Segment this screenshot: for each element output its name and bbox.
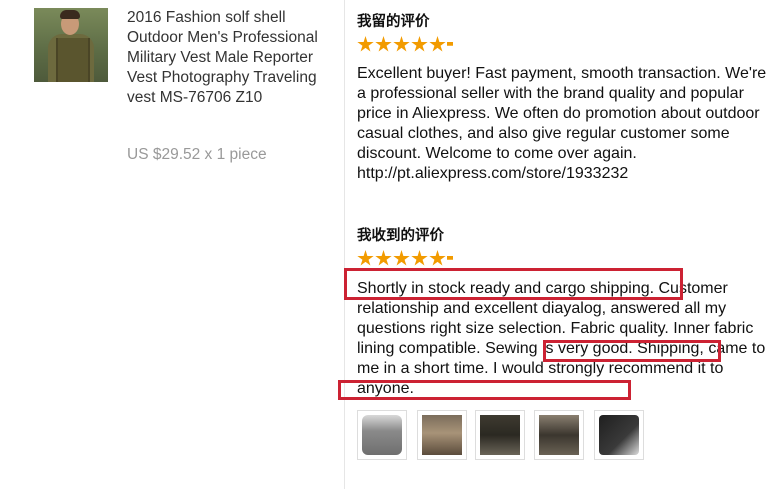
star-icon — [357, 36, 374, 52]
product-image[interactable] — [34, 8, 108, 82]
product-image-vest — [56, 38, 90, 82]
star-icon — [411, 36, 428, 52]
column-divider — [344, 0, 345, 489]
star-icon — [429, 36, 446, 52]
review-photo-3-image — [480, 415, 520, 455]
product-price: US $29.52 x 1 piece — [127, 146, 267, 163]
star-edge-icon — [447, 255, 453, 260]
star-icon — [411, 250, 428, 266]
star-icon — [357, 250, 374, 266]
my-review-text: Excellent buyer! Fast payment, smooth tr… — [357, 65, 767, 182]
highlight-box-recommend — [338, 380, 631, 400]
received-review-heading: 我收到的评价 — [357, 228, 444, 244]
star-edge-icon — [447, 41, 453, 46]
star-icon — [375, 36, 392, 52]
star-icon — [393, 36, 410, 52]
highlight-box-stock — [344, 268, 683, 300]
review-photo-5-image — [599, 415, 639, 455]
review-photo-1[interactable] — [357, 410, 407, 460]
review-photo-3[interactable] — [475, 410, 525, 460]
review-photo-1-image — [362, 415, 402, 455]
review-photo-2[interactable] — [417, 410, 467, 460]
star-icon — [375, 250, 392, 266]
review-photo-4[interactable] — [534, 410, 584, 460]
product-panel: 2016 Fashion solf shell Outdoor Men's Pr… — [0, 0, 344, 489]
product-image-hair — [60, 10, 80, 19]
product-title[interactable]: 2016 Fashion solf shell Outdoor Men's Pr… — [127, 8, 339, 108]
review-photo-4-image — [539, 415, 579, 455]
review-photo-2-image — [422, 415, 462, 455]
received-review-stars — [357, 250, 454, 270]
my-review-stars — [357, 36, 454, 56]
my-review-heading: 我留的评价 — [357, 14, 430, 30]
star-icon — [393, 250, 410, 266]
star-icon — [429, 250, 446, 266]
highlight-box-sewing — [543, 340, 721, 362]
review-photo-5[interactable] — [594, 410, 644, 460]
